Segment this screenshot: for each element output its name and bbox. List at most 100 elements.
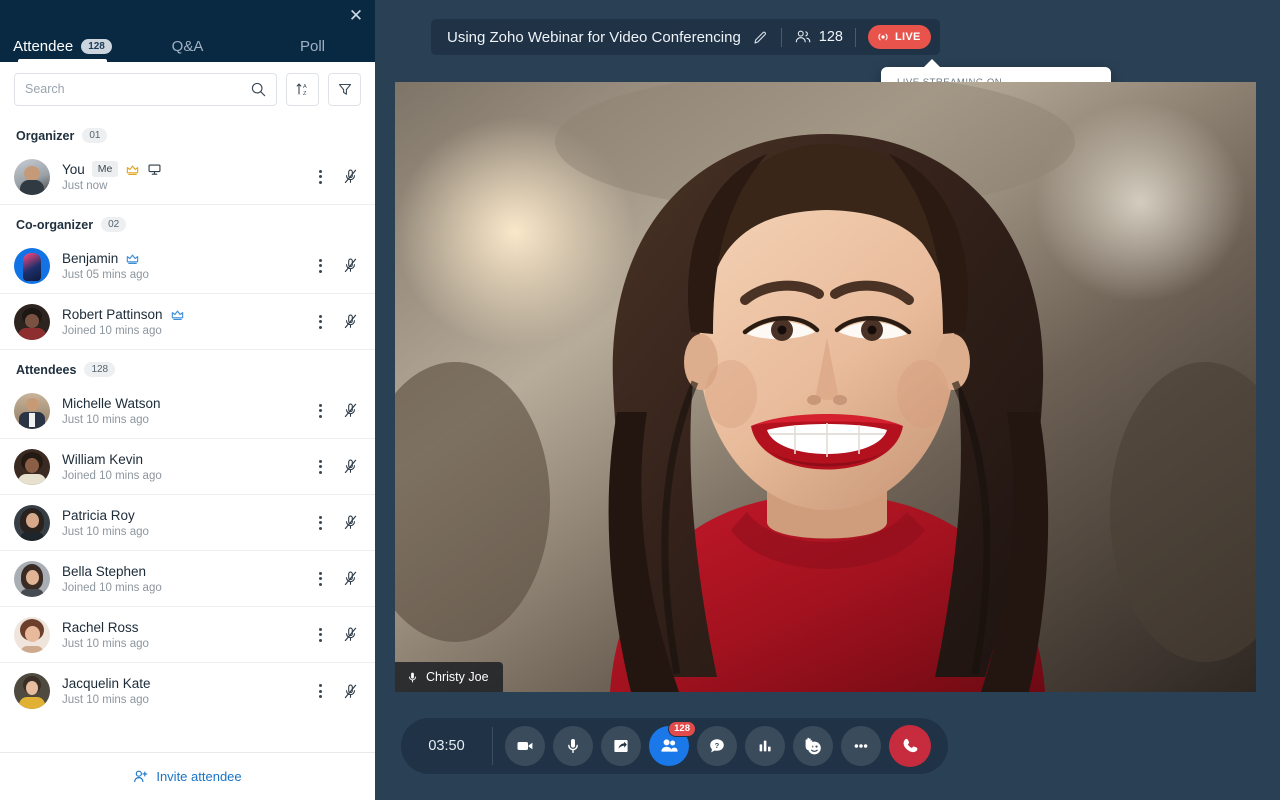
people-icon [794, 28, 812, 46]
person-status: Just 10 mins ago [62, 525, 149, 538]
person-meta: Bella Stephen Joined 10 mins ago [62, 564, 315, 594]
group-count: 02 [101, 217, 127, 232]
person-name: Bella Stephen [62, 563, 147, 579]
mic-muted-icon[interactable] [342, 458, 359, 475]
avatar [14, 504, 50, 541]
filter-icon[interactable] [328, 72, 361, 106]
person-meta: Benjamin Just 05 mins ago [62, 251, 315, 281]
speaker-name-pill: Christy Joe [395, 662, 503, 692]
more-options-icon[interactable] [315, 514, 326, 532]
list-item[interactable]: Benjamin Just 05 mins ago [0, 238, 375, 294]
tab-qa-label: Q&A [171, 38, 204, 55]
group-header-co-organizer: Co-organizer 02 [0, 205, 375, 238]
people-icon [661, 739, 678, 752]
more-options-icon[interactable] [315, 458, 326, 476]
question-bubble-icon: ? [710, 739, 724, 753]
list-item[interactable]: Michelle Watson Just 10 mins ago [0, 383, 375, 439]
share-screen-icon [614, 740, 628, 752]
list-item[interactable]: Robert Pattinson Joined 10 mins ago [0, 294, 375, 350]
toolbar-buttons: 128 ? [493, 721, 931, 767]
page-title: Using Zoho Webinar for Video Conferencin… [447, 28, 741, 46]
live-label: LIVE [895, 31, 921, 43]
list-item[interactable]: Patricia Roy Just 10 mins ago [0, 495, 375, 551]
me-chip: Me [91, 161, 119, 177]
more-options-icon[interactable] [315, 682, 326, 700]
crown-icon [171, 310, 183, 320]
group-title: Co-organizer [16, 217, 94, 232]
mic-muted-icon[interactable] [342, 313, 359, 330]
svg-text:A: A [303, 84, 307, 90]
person-actions [315, 626, 359, 644]
mic-muted-icon[interactable] [342, 683, 359, 700]
mic-muted-icon[interactable] [342, 257, 359, 274]
more-options-icon[interactable] [315, 626, 326, 644]
group-title: Organizer [16, 128, 75, 143]
mic-muted-icon[interactable] [342, 168, 359, 185]
person-actions [315, 257, 359, 275]
person-actions [315, 313, 359, 331]
person-meta: Rachel Ross Just 10 mins ago [62, 620, 315, 650]
invite-attendee-label: Invite attendee [156, 769, 242, 784]
avatar [14, 158, 50, 195]
search-input[interactable] [25, 82, 251, 96]
sidebar-search-row: A Z [0, 62, 375, 116]
group-header-organizer: Organizer 01 [0, 116, 375, 149]
microphone-button[interactable] [553, 726, 593, 766]
more-options-icon[interactable] [315, 313, 326, 331]
more-options-icon[interactable] [315, 570, 326, 588]
share-screen-button[interactable] [601, 726, 641, 766]
search-icon[interactable] [251, 82, 266, 97]
video-tile[interactable]: Christy Joe [395, 82, 1256, 692]
list-item[interactable]: Rachel Ross Just 10 mins ago [0, 607, 375, 663]
qa-button[interactable]: ? [697, 726, 737, 766]
end-call-button[interactable] [889, 725, 931, 767]
person-name: Benjamin [62, 250, 119, 266]
live-badge[interactable]: LIVE [868, 25, 931, 49]
close-icon[interactable]: ✕ [343, 2, 369, 28]
avatar [14, 303, 50, 340]
list-item[interactable]: You Me Just now [0, 149, 375, 205]
person-name: You [62, 161, 85, 177]
mic-muted-icon[interactable] [342, 402, 359, 419]
participants-badge: 128 [668, 721, 696, 737]
participants-button[interactable]: 128 [649, 721, 696, 766]
list-item[interactable]: Jacquelin Kate Just 10 mins ago [0, 663, 375, 719]
person-meta: Jacquelin Kate Just 10 mins ago [62, 676, 315, 706]
more-options-icon[interactable] [315, 168, 326, 186]
sort-az-icon[interactable]: A Z [286, 72, 319, 106]
reactions-button[interactable] [793, 726, 833, 766]
list-item[interactable]: William Kevin Joined 10 mins ago [0, 439, 375, 495]
more-options-button[interactable] [841, 726, 881, 766]
more-options-icon[interactable] [315, 257, 326, 275]
person-actions [315, 682, 359, 700]
video-feed [395, 82, 1256, 692]
mic-muted-icon[interactable] [342, 626, 359, 643]
list-item[interactable]: Bella Stephen Joined 10 mins ago [0, 551, 375, 607]
tab-poll[interactable]: Poll [250, 38, 375, 62]
poll-button[interactable] [745, 726, 785, 766]
crown-icon [127, 254, 139, 264]
mic-muted-icon[interactable] [342, 570, 359, 587]
person-actions [315, 458, 359, 476]
camera-button[interactable] [505, 726, 545, 766]
group-header-attendees: Attendees 128 [0, 350, 375, 383]
presentation-screen-icon [148, 163, 161, 175]
tab-attendee[interactable]: Attendee 128 [0, 38, 125, 62]
avatar [14, 448, 50, 485]
pencil-icon[interactable] [752, 29, 769, 46]
person-actions [315, 570, 359, 588]
webinar-app: ✕ Attendee 128 Q&A Poll Search A Z Organ… [0, 0, 1280, 800]
person-status: Joined 10 mins ago [62, 469, 162, 482]
mic-muted-icon[interactable] [342, 514, 359, 531]
attendee-sidebar: ✕ Attendee 128 Q&A Poll Search A Z Organ… [0, 0, 375, 800]
tab-attendee-label: Attendee [13, 38, 74, 55]
group-count: 128 [84, 362, 116, 377]
person-status: Just 10 mins ago [62, 694, 149, 706]
tab-qa[interactable]: Q&A [125, 38, 250, 62]
avatar [14, 560, 50, 597]
broadcast-icon [878, 33, 888, 41]
invite-attendee-button[interactable]: Invite attendee [0, 752, 375, 800]
person-status: Joined 10 mins ago [62, 581, 162, 594]
more-options-icon[interactable] [315, 402, 326, 420]
search-box[interactable] [14, 72, 277, 106]
